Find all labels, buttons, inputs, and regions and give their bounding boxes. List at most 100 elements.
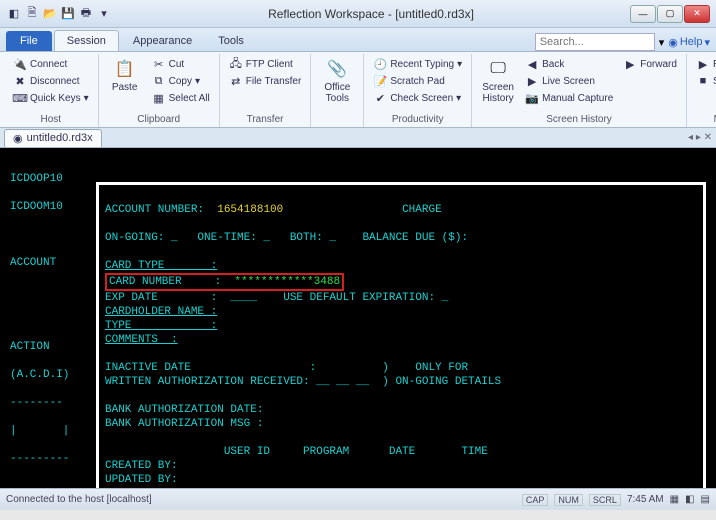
- scrl-indicator: SCRL: [589, 494, 621, 506]
- paste-icon: 📋: [114, 58, 136, 80]
- check-icon: ✔: [373, 91, 387, 105]
- cardholder-line: CARDHOLDER NAME :: [105, 306, 217, 318]
- screenhistory-button[interactable]: 🖵Screen History: [478, 56, 518, 106]
- copy-button[interactable]: ⧉Copy ▾: [149, 73, 213, 89]
- status-bar: Connected to the host [localhost] CAP NU…: [0, 488, 716, 510]
- maximize-button[interactable]: ▢: [657, 5, 683, 23]
- ribbon-tabs: File Session Appearance Tools ▾ ◉Help ▾: [0, 28, 716, 52]
- qat-open-icon[interactable]: 📂: [42, 6, 58, 22]
- window-title: Reflection Workspace - [untitled0.rd3x]: [112, 7, 630, 21]
- ribbon-group-host: 🔌Connect ✖Disconnect ⌨Quick Keys ▾ Host: [4, 54, 99, 127]
- term-acdi: (A.C.D.I): [10, 369, 69, 381]
- ribbon-group-macros: ▶Run Macro ■Stop Macro Macros: [687, 54, 716, 127]
- qat-new-icon[interactable]: 🗎: [24, 6, 40, 22]
- status-time: 7:45 AM: [627, 494, 664, 505]
- cardnumber-highlight: CARD NUMBER : ************3488: [105, 273, 344, 291]
- ongoing-line: ON-GOING: _ ONE-TIME: _ BOTH: _ BALANCE …: [105, 232, 468, 244]
- copy-icon: ⧉: [152, 74, 166, 88]
- livescreen-button[interactable]: ▶Live Screen: [522, 73, 616, 89]
- term-account-left: ACCOUNT: [10, 257, 56, 269]
- document-tab-bar: ◉ untitled0.rd3x ◂ ▸ ✕: [0, 128, 716, 148]
- term-icd1: ICDOOP10: [10, 173, 63, 185]
- officetools-icon: 📎: [326, 58, 348, 80]
- search-input[interactable]: [535, 33, 655, 51]
- quick-access-toolbar: ◧ 🗎 📂 💾 🖶 ▾: [6, 6, 112, 22]
- ftp-button[interactable]: 🖧FTP Client: [226, 56, 305, 72]
- ftp-icon: 🖧: [229, 57, 243, 71]
- search-dropdown-icon[interactable]: ▾: [659, 36, 665, 49]
- appearance-tab[interactable]: Appearance: [121, 31, 204, 51]
- quickkeys-icon: ⌨: [13, 91, 27, 105]
- cardnum-label: CARD NUMBER :: [109, 276, 221, 288]
- terminal-screen[interactable]: ICDOOP10 ICDOOM10 ACCOUNT ACTION (A.C.D.…: [0, 148, 716, 488]
- forward-icon: ▶: [623, 57, 637, 71]
- type-line: TYPE :: [105, 320, 217, 332]
- updated-line: UPDATED BY:: [105, 474, 178, 486]
- comments-line: COMMENTS :: [105, 334, 178, 346]
- ribbon-group-productivity: 🕘Recent Typing ▾ 📝Scratch Pad ✔Check Scr…: [364, 54, 472, 127]
- document-tab[interactable]: ◉ untitled0.rd3x: [4, 129, 102, 147]
- cut-icon: ✂: [152, 57, 166, 71]
- ribbon-group-officetools: 📎Office Tools: [311, 54, 364, 127]
- scratchpad-button[interactable]: 📝Scratch Pad: [370, 73, 465, 89]
- term-pipe: | |: [10, 425, 69, 437]
- written-line: WRITTEN AUTHORIZATION RECEIVED: __ __ __…: [105, 376, 501, 388]
- scratch-icon: 📝: [373, 74, 387, 88]
- disconnect-button[interactable]: ✖Disconnect: [10, 73, 92, 89]
- disconnect-icon: ✖: [13, 74, 27, 88]
- bankdate-line: BANK AUTHORIZATION DATE:: [105, 404, 263, 416]
- paste-button[interactable]: 📋Paste: [105, 56, 145, 95]
- ribbon-group-screenhistory: 🖵Screen History ◀Back ▶Live Screen 📷Manu…: [472, 54, 687, 127]
- bankmsg-line: BANK AUTHORIZATION MSG :: [105, 418, 263, 430]
- run-icon: ▶: [696, 57, 710, 71]
- forward-button[interactable]: ▶Forward: [620, 56, 680, 72]
- ribbon: 🔌Connect ✖Disconnect ⌨Quick Keys ▾ Host …: [0, 52, 716, 128]
- runmacro-button[interactable]: ▶Run Macro: [693, 56, 716, 72]
- session-tab[interactable]: Session: [54, 30, 119, 51]
- doctabs-controls[interactable]: ◂ ▸ ✕: [688, 132, 712, 143]
- filetransfer-button[interactable]: ⇄File Transfer: [226, 73, 305, 89]
- inactive-line: INACTIVE DATE : ) ONLY FOR: [105, 362, 468, 374]
- headers-line: USER ID PROGRAM DATE TIME: [105, 446, 488, 458]
- term-action: ACTION: [10, 341, 50, 353]
- live-icon: ▶: [525, 74, 539, 88]
- status-icon-1[interactable]: ▦: [670, 494, 679, 505]
- connect-icon: 🔌: [13, 57, 27, 71]
- close-button[interactable]: ✕: [684, 5, 710, 23]
- checkscreen-button[interactable]: ✔Check Screen ▾: [370, 90, 465, 106]
- qat-save-icon[interactable]: 💾: [60, 6, 76, 22]
- cut-button[interactable]: ✂Cut: [149, 56, 213, 72]
- manualcapture-button[interactable]: 📷Manual Capture: [522, 90, 616, 106]
- acct-value: 1654188100: [217, 204, 283, 216]
- charge-label: CHARGE: [402, 204, 442, 216]
- selectall-button[interactable]: ▦Select All: [149, 90, 213, 106]
- status-icon-3[interactable]: ▤: [701, 494, 710, 505]
- help-button[interactable]: ◉Help ▾: [668, 36, 710, 49]
- officetools-button[interactable]: 📎Office Tools: [317, 56, 357, 106]
- tools-tab[interactable]: Tools: [206, 31, 256, 51]
- created-line: CREATED BY:: [105, 460, 178, 472]
- ribbon-group-clipboard: 📋Paste ✂Cut ⧉Copy ▾ ▦Select All Clipboar…: [99, 54, 220, 127]
- minimize-button[interactable]: —: [630, 5, 656, 23]
- connect-button[interactable]: 🔌Connect: [10, 56, 92, 72]
- expdate-line: EXP DATE : ____ USE DEFAULT EXPIRATION: …: [105, 292, 448, 304]
- doc-icon: ◉: [13, 132, 23, 145]
- term-icd2: ICDOOM10: [10, 201, 63, 213]
- file-tab[interactable]: File: [6, 31, 52, 51]
- filetransfer-icon: ⇄: [229, 74, 243, 88]
- title-bar: ◧ 🗎 📂 💾 🖶 ▾ Reflection Workspace - [unti…: [0, 0, 716, 28]
- stopmacro-button[interactable]: ■Stop Macro: [693, 73, 716, 89]
- qat-dropdown-icon[interactable]: ▾: [96, 6, 112, 22]
- quickkeys-button[interactable]: ⌨Quick Keys ▾: [10, 90, 92, 106]
- cardtype-line: CARD TYPE :: [105, 260, 217, 272]
- status-connection: Connected to the host [localhost]: [6, 494, 152, 505]
- ribbon-group-transfer: 🖧FTP Client ⇄File Transfer Transfer: [220, 54, 312, 127]
- manual-icon: 📷: [525, 91, 539, 105]
- terminal-main-panel: ACCOUNT NUMBER: 1654188100 CHARGE ON-GOI…: [96, 182, 706, 488]
- recent-icon: 🕘: [373, 57, 387, 71]
- back-button[interactable]: ◀Back: [522, 56, 616, 72]
- recenttyping-button[interactable]: 🕘Recent Typing ▾: [370, 56, 465, 72]
- status-icon-2[interactable]: ◧: [685, 494, 694, 505]
- cap-indicator: CAP: [522, 494, 549, 506]
- qat-print-icon[interactable]: 🖶: [78, 6, 94, 22]
